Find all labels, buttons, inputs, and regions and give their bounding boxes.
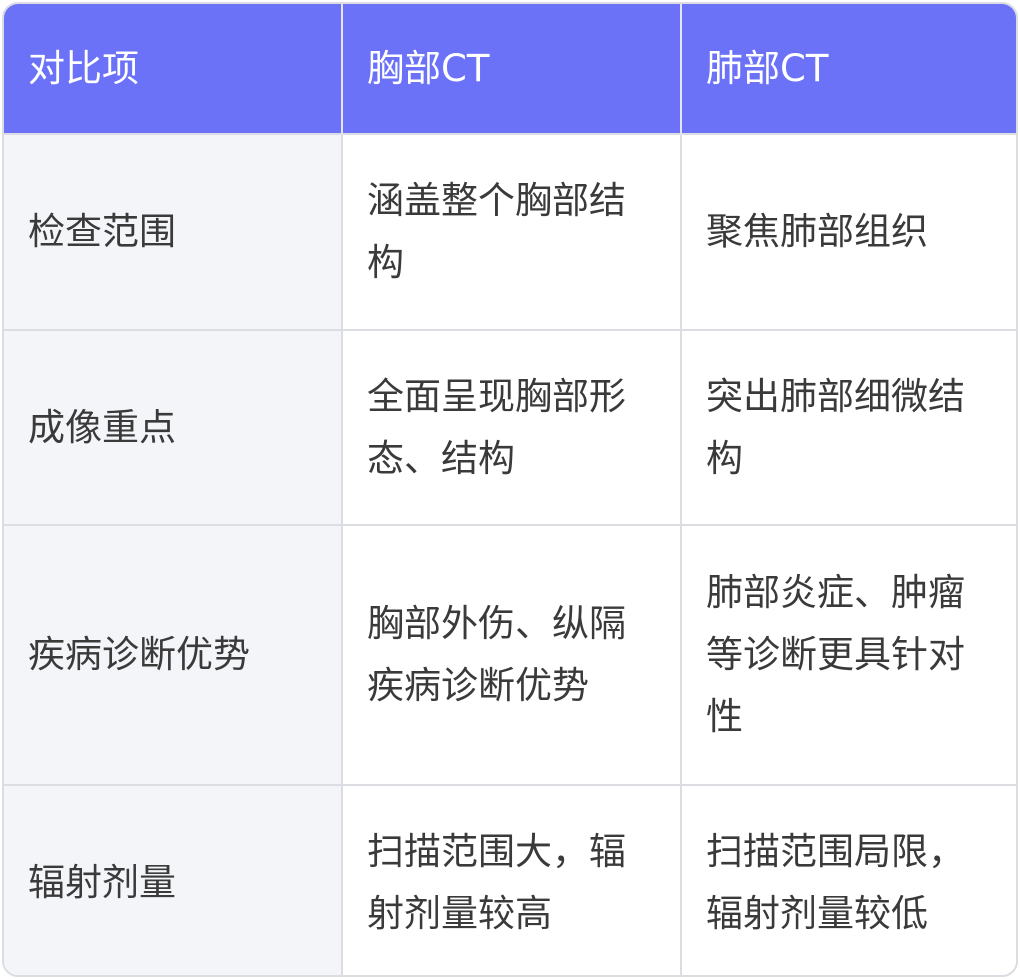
header-comparison-item: 对比项 — [4, 4, 343, 134]
table-header: 对比项 胸部CT 肺部CT — [4, 4, 1016, 134]
header-lung-ct: 肺部CT — [681, 4, 1016, 134]
table-row: 疾病诊断优势 胸部外伤、纵隔疾病诊断优势 肺部炎症、肿瘤等诊断更具针对性 — [4, 524, 1016, 785]
lung-ct-cell: 突出肺部细微结构 — [681, 329, 1016, 525]
row-label: 检查范围 — [4, 133, 343, 330]
comparison-table-grid: 对比项 胸部CT 肺部CT 检查范围 涵盖整个胸部结构 聚焦肺部组织 成像重点 … — [4, 4, 1016, 975]
lung-ct-cell: 肺部炎症、肿瘤等诊断更具针对性 — [681, 524, 1016, 785]
chest-ct-cell: 全面呈现胸部形态、结构 — [342, 329, 682, 525]
chest-ct-cell: 涵盖整个胸部结构 — [342, 133, 682, 330]
chest-ct-cell: 胸部外伤、纵隔疾病诊断优势 — [342, 524, 682, 785]
row-label: 疾病诊断优势 — [4, 524, 343, 785]
chest-ct-cell: 扫描范围大，辐射剂量较高 — [342, 784, 682, 975]
lung-ct-cell: 扫描范围局限，辐射剂量较低 — [681, 784, 1016, 975]
lung-ct-cell: 聚焦肺部组织 — [681, 133, 1016, 330]
header-row: 对比项 胸部CT 肺部CT — [4, 4, 1016, 134]
comparison-table: 对比项 胸部CT 肺部CT 检查范围 涵盖整个胸部结构 聚焦肺部组织 成像重点 … — [2, 2, 1018, 977]
table-row: 辐射剂量 扫描范围大，辐射剂量较高 扫描范围局限，辐射剂量较低 — [4, 784, 1016, 975]
table-row: 检查范围 涵盖整个胸部结构 聚焦肺部组织 — [4, 133, 1016, 330]
table-body: 检查范围 涵盖整个胸部结构 聚焦肺部组织 成像重点 全面呈现胸部形态、结构 突出… — [4, 133, 1016, 975]
row-label: 成像重点 — [4, 329, 343, 525]
row-label: 辐射剂量 — [4, 784, 343, 975]
table-row: 成像重点 全面呈现胸部形态、结构 突出肺部细微结构 — [4, 329, 1016, 525]
header-chest-ct: 胸部CT — [342, 4, 682, 134]
